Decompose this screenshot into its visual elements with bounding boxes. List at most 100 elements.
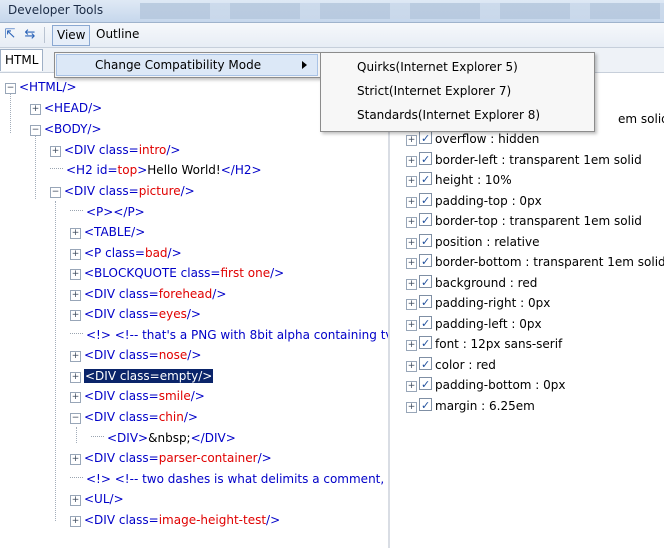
property-checkbox[interactable] bbox=[419, 293, 432, 313]
expand-icon[interactable]: + bbox=[406, 258, 417, 269]
expand-icon[interactable]: + bbox=[406, 381, 417, 392]
expand-icon[interactable]: + bbox=[70, 351, 81, 362]
tree-node-div-nose[interactable]: + <DIV class=nose/> bbox=[70, 345, 201, 365]
expand-icon[interactable]: + bbox=[406, 217, 417, 228]
expand-icon[interactable]: + bbox=[406, 401, 417, 413]
tree-node-div-smile[interactable]: + <DIV class=smile/> bbox=[70, 386, 205, 406]
expand-icon[interactable]: + bbox=[406, 299, 417, 310]
style-pane[interactable]: em solid + overflow : hidden + border-left … bbox=[390, 73, 664, 548]
expand-icon[interactable]: + bbox=[50, 146, 61, 157]
property-checkbox[interactable] bbox=[419, 375, 432, 395]
tree-node-div-image-height-test[interactable]: + <DIV class=image-height-test/> bbox=[70, 510, 280, 530]
expand-icon[interactable]: + bbox=[70, 454, 81, 465]
view-menu[interactable]: View bbox=[52, 25, 91, 46]
property-checkbox[interactable] bbox=[419, 355, 432, 375]
refresh-icon[interactable]: ⇆ bbox=[22, 27, 38, 43]
tree-node-div-picture[interactable]: − <DIV class=picture/> bbox=[50, 181, 195, 201]
tree-node-div-nbsp[interactable]: <DIV>&nbsp;</DIV> bbox=[91, 428, 236, 448]
menu-item-standards[interactable]: Standards(Internet Explorer 8) bbox=[357, 104, 540, 126]
tree-node-table[interactable]: + <TABLE/> bbox=[70, 222, 145, 242]
tree-node-div-chin[interactable]: − <DIV class=chin/> bbox=[70, 407, 198, 427]
outline-menu[interactable]: Outline bbox=[96, 25, 139, 44]
expand-icon[interactable]: + bbox=[70, 228, 81, 239]
expand-icon[interactable]: + bbox=[70, 269, 81, 280]
style-property-partial: em solid bbox=[618, 112, 664, 126]
expand-icon[interactable]: + bbox=[406, 155, 417, 167]
property-checkbox[interactable] bbox=[419, 129, 432, 149]
tree-node-div-eyes[interactable]: + <DIV class=eyes/> bbox=[70, 304, 201, 324]
property-checkbox[interactable] bbox=[419, 334, 432, 354]
blurred-browser-tabs bbox=[140, 3, 664, 19]
expand-icon[interactable]: + bbox=[70, 290, 81, 301]
style-property-row[interactable]: + margin : 6.25em bbox=[406, 396, 535, 416]
property-checkbox[interactable] bbox=[419, 396, 432, 416]
style-property-row[interactable]: + padding-left : 0px bbox=[406, 314, 542, 334]
expand-icon[interactable]: + bbox=[406, 340, 417, 351]
expand-icon[interactable]: + bbox=[70, 310, 81, 321]
property-checkbox[interactable] bbox=[419, 150, 432, 170]
tree-node-body[interactable]: − <BODY/> bbox=[30, 119, 102, 139]
select-element-icon[interactable]: ⇱ bbox=[2, 27, 18, 43]
style-property-row[interactable]: + position : relative bbox=[406, 232, 539, 252]
tree-node-div-parser-container[interactable]: + <DIV class=parser-container/> bbox=[70, 448, 272, 468]
tree-node-p-bad[interactable]: + <P class=bad/> bbox=[70, 243, 182, 263]
collapse-icon[interactable]: − bbox=[30, 125, 41, 136]
style-property-text: padding-left : 0px bbox=[435, 316, 542, 331]
tree-guide-line bbox=[35, 129, 36, 199]
view-menu-dropdown: Change Compatibility Mode bbox=[54, 52, 322, 78]
style-property-row[interactable]: + background : red bbox=[406, 273, 537, 293]
tree-node-head[interactable]: + <HEAD/> bbox=[30, 98, 102, 118]
expand-icon[interactable]: + bbox=[70, 495, 81, 506]
collapse-icon[interactable]: − bbox=[50, 187, 61, 198]
expand-icon[interactable]: + bbox=[406, 319, 417, 331]
property-checkbox[interactable] bbox=[419, 232, 432, 252]
expand-icon[interactable]: + bbox=[30, 104, 41, 115]
expand-icon[interactable]: + bbox=[406, 237, 417, 249]
tree-node-blockquote[interactable]: + <BLOCKQUOTE class=first one/> bbox=[70, 263, 284, 283]
dom-tree-pane[interactable]: − <HTML/> + <HEAD/> − <BODY/> + <DIV class=i… bbox=[0, 73, 388, 548]
expand-icon[interactable]: + bbox=[70, 372, 81, 383]
style-property-row[interactable]: + border-top : transparent 1em solid bbox=[406, 211, 642, 231]
expand-icon[interactable]: + bbox=[70, 516, 81, 527]
tree-node-comment-dashes[interactable]: <!> <!-- two dashes is what delimits a c… bbox=[70, 469, 388, 489]
tree-node-p-empty[interactable]: <P></P> bbox=[70, 202, 145, 222]
property-checkbox[interactable] bbox=[419, 252, 432, 272]
property-checkbox[interactable] bbox=[419, 273, 432, 293]
tree-node-ul[interactable]: + <UL/> bbox=[70, 489, 124, 509]
style-property-row[interactable]: + padding-right : 0px bbox=[406, 293, 550, 313]
style-property-row[interactable]: + height : 10% bbox=[406, 170, 512, 190]
menu-item-quirks[interactable]: Quirks(Internet Explorer 5) bbox=[357, 56, 518, 78]
menu-item-strict[interactable]: Strict(Internet Explorer 7) bbox=[357, 80, 511, 102]
toolbar-separator bbox=[44, 27, 45, 43]
style-property-row[interactable]: + border-bottom : transparent 1em solid bbox=[406, 252, 664, 272]
property-checkbox[interactable] bbox=[419, 211, 432, 231]
collapse-icon[interactable]: − bbox=[70, 413, 81, 424]
tab-html[interactable]: HTML bbox=[0, 49, 44, 71]
expand-icon[interactable]: + bbox=[70, 392, 81, 403]
style-property-text: border-top : transparent 1em solid bbox=[435, 214, 642, 228]
expand-icon[interactable]: + bbox=[406, 135, 417, 146]
style-property-row[interactable]: + border-left : transparent 1em solid bbox=[406, 150, 642, 170]
collapse-icon[interactable]: − bbox=[5, 83, 16, 94]
expand-icon[interactable]: + bbox=[406, 278, 417, 290]
tree-node-div-intro[interactable]: + <DIV class=intro/> bbox=[50, 140, 180, 160]
menu-item-change-compatibility-mode[interactable]: Change Compatibility Mode bbox=[56, 54, 318, 76]
style-property-row[interactable]: + overflow : hidden bbox=[406, 129, 539, 149]
tree-node-comment-png[interactable]: <!> <!-- that's a PNG with 8bit alpha co… bbox=[70, 325, 388, 345]
style-property-row[interactable]: + padding-bottom : 0px bbox=[406, 375, 566, 395]
expand-icon[interactable]: + bbox=[406, 196, 417, 208]
style-property-row[interactable]: + font : 12px sans-serif bbox=[406, 334, 562, 354]
tree-node-div-empty-selected[interactable]: + <DIV class=empty/> bbox=[70, 366, 214, 386]
expand-icon[interactable]: + bbox=[70, 249, 81, 260]
property-checkbox[interactable] bbox=[419, 314, 432, 334]
expand-icon[interactable]: + bbox=[406, 360, 417, 372]
property-checkbox[interactable] bbox=[419, 170, 432, 190]
style-property-row[interactable]: + color : red bbox=[406, 355, 496, 375]
style-property-row[interactable]: + padding-top : 0px bbox=[406, 191, 542, 211]
expand-icon[interactable]: + bbox=[406, 176, 417, 187]
property-checkbox[interactable] bbox=[419, 191, 432, 211]
tree-node-div-forehead[interactable]: + <DIV class=forehead/> bbox=[70, 284, 226, 304]
tree-node-h2[interactable]: <H2 id=top>Hello World!</H2> bbox=[50, 160, 262, 180]
tree-node-html[interactable]: − <HTML/> bbox=[5, 77, 77, 97]
style-property-text: border-bottom : transparent 1em solid bbox=[435, 255, 664, 269]
